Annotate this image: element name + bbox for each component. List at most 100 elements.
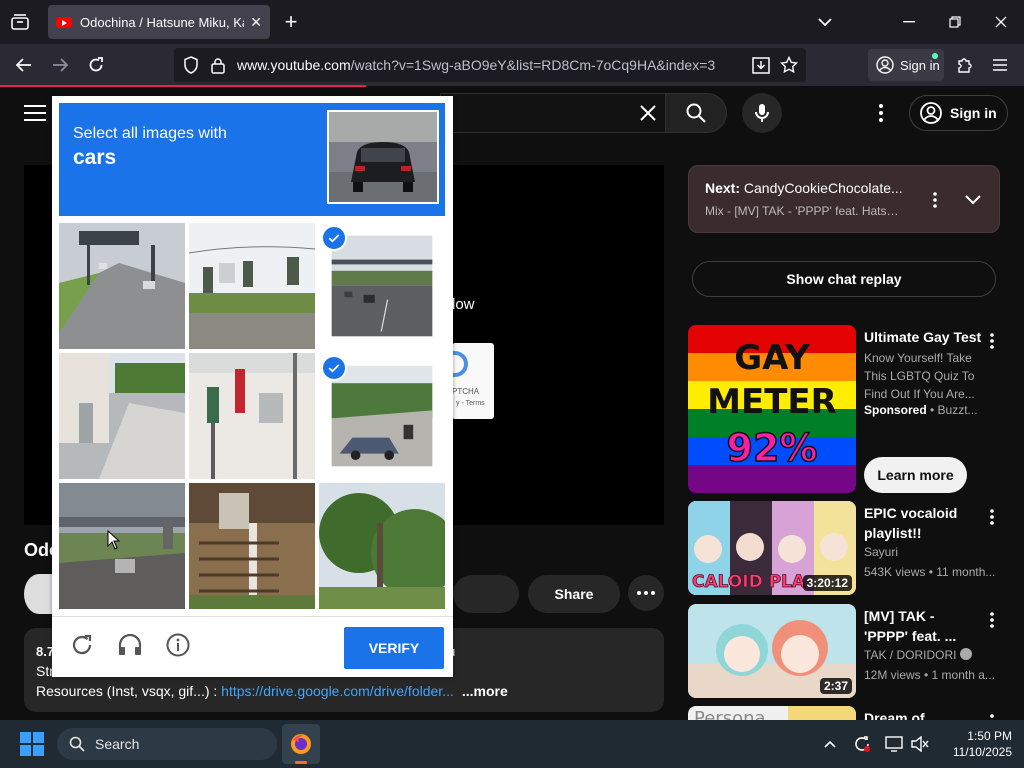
tab-list-icon[interactable] (6, 8, 34, 36)
dislike-pill[interactable] (453, 575, 519, 613)
video-thumbnail[interactable]: CALOID PLA 3:20:12 (688, 501, 856, 595)
show-chat-replay-button[interactable]: Show chat replay (692, 261, 996, 297)
tab-title: Odochina / Hatsune Miku, Kasane (80, 14, 244, 30)
ad-title[interactable]: Ultimate Gay Test (864, 327, 982, 347)
challenge-tile-1[interactable] (59, 223, 185, 349)
channel-label: TAK / DORIDORI (864, 648, 957, 662)
challenge-tile-7[interactable] (59, 483, 185, 609)
thumb-overlay-text: Persona (694, 708, 766, 720)
expand-chevron-icon[interactable] (961, 188, 985, 212)
guide-menu-icon[interactable] (24, 105, 46, 121)
channel-avatar[interactable] (24, 574, 54, 614)
windows-start-icon[interactable] (20, 732, 44, 756)
settings-kebab-icon[interactable] (870, 101, 892, 125)
resources-label: Resources (Inst, vsqx, gif...) : (36, 683, 222, 699)
voice-search-button[interactable] (742, 93, 782, 133)
show-hidden-icons-chevron-icon[interactable] (820, 734, 840, 754)
minimize-button[interactable] (886, 6, 932, 38)
taskbar-search-box[interactable]: Search (57, 728, 277, 760)
ad-kebab-icon[interactable] (982, 329, 1002, 353)
browser-nav-bar: www.youtube.com/watch?v=1Swg-aBO9eY&list… (0, 44, 1024, 86)
resources-link[interactable]: https://drive.google.com/drive/folder... (221, 683, 454, 699)
address-bar[interactable]: www.youtube.com/watch?v=1Swg-aBO9eY&list… (174, 48, 806, 82)
forward-arrow-icon[interactable] (46, 52, 74, 78)
description-resources-line: Resources (Inst, vsqx, gif...) : https:/… (36, 683, 508, 699)
video-title[interactable]: [MV] TAK - 'PPPP' feat. ... (864, 606, 982, 646)
recommended-video[interactable]: Persona Dream of (688, 706, 1008, 720)
show-more-link[interactable]: ...more (462, 683, 508, 699)
video-meta: 12M views • 1 month a... (864, 668, 995, 682)
video-kebab-icon[interactable] (982, 505, 1002, 529)
tab-close-icon[interactable]: ✕ (250, 14, 262, 31)
taskbar-search-icon (69, 736, 85, 752)
recaptcha-badge-terms[interactable]: y - Terms (456, 400, 485, 407)
extensions-puzzle-icon[interactable] (951, 52, 979, 78)
sync-alert-icon[interactable] (852, 734, 872, 754)
restore-button[interactable] (932, 6, 978, 38)
video-kebab-icon[interactable] (982, 710, 1002, 720)
verify-button[interactable]: VERIFY (344, 627, 444, 669)
up-next-title: Next: CandyCookieChocolate... (705, 180, 905, 196)
recaptcha-badge[interactable]: PTCHA y - Terms (452, 343, 494, 419)
display-icon[interactable] (884, 734, 904, 754)
more-horizontal-icon (637, 591, 655, 595)
channel-name[interactable]: Sayuri (864, 543, 998, 561)
ad-thumbnail[interactable]: GAY METER 92% (688, 325, 856, 493)
close-window-button[interactable] (978, 6, 1024, 38)
up-next-card[interactable]: Next: CandyCookieChocolate... Mix - [MV]… (688, 165, 1000, 233)
learn-more-button[interactable]: Learn more (864, 457, 967, 493)
challenge-tile-2[interactable] (189, 223, 315, 349)
video-kebab-icon[interactable] (982, 608, 1002, 632)
firefox-taskbar-icon[interactable] (282, 724, 320, 764)
reload-icon[interactable] (82, 52, 110, 78)
audio-challenge-headphones-icon[interactable] (114, 629, 146, 661)
challenge-header: Select all images with cars (59, 103, 445, 216)
ad-description: Know Yourself! Take This LGBTQ Quiz To F… (864, 351, 975, 401)
video-thumbnail[interactable]: Persona (688, 706, 856, 720)
search-button[interactable] (665, 93, 727, 133)
challenge-tile-8[interactable] (189, 483, 315, 609)
microphone-icon (755, 104, 769, 122)
challenge-tile-6[interactable] (319, 353, 445, 479)
up-next-kebab-icon[interactable] (925, 188, 945, 212)
clock-time: 1:50 PM (967, 729, 1012, 743)
challenge-tile-4[interactable] (59, 353, 185, 479)
video-title[interactable]: Dream of (864, 708, 982, 720)
up-next-video-title: CandyCookieChocolate... (743, 180, 903, 196)
system-clock[interactable]: 1:50 PM 11/10/2025 (934, 728, 1012, 760)
challenge-tile-5[interactable] (189, 353, 315, 479)
browser-tab-active[interactable]: Odochina / Hatsune Miku, Kasane ✕ (48, 5, 270, 39)
clock-date: 11/10/2025 (952, 745, 1012, 759)
more-actions-button[interactable] (628, 575, 664, 611)
save-to-pocket-icon[interactable] (747, 52, 775, 78)
ad-card[interactable]: GAY METER 92% Ultimate Gay Test Know You… (688, 325, 1008, 497)
mouse-cursor-icon (107, 530, 121, 550)
bookmark-star-icon[interactable] (775, 52, 803, 78)
clear-search-icon[interactable] (634, 99, 662, 127)
lock-icon[interactable] (204, 52, 232, 78)
challenge-tile-3[interactable] (319, 223, 445, 349)
account-icon (876, 56, 894, 74)
volume-muted-icon[interactable] (910, 734, 930, 754)
back-arrow-icon[interactable] (10, 52, 38, 78)
channel-name[interactable]: TAK / DORIDORI (864, 646, 998, 664)
notification-dot (932, 53, 938, 59)
video-title[interactable]: EPIC vocaloid playlist!! (864, 503, 982, 543)
recommended-video[interactable]: CALOID PLA 3:20:12 EPIC vocaloid playlis… (688, 501, 1008, 595)
video-thumbnail[interactable]: 2:37 (688, 604, 856, 698)
share-button[interactable]: Share (528, 575, 620, 613)
video-title: Odo (24, 540, 54, 560)
challenge-tile-9[interactable] (319, 483, 445, 609)
shield-icon[interactable] (177, 52, 205, 78)
youtube-signin-button[interactable]: Sign in (909, 95, 1008, 131)
reload-challenge-icon[interactable] (66, 629, 98, 661)
new-tab-button[interactable]: + (278, 8, 304, 36)
help-info-icon[interactable] (162, 629, 194, 661)
app-menu-icon[interactable] (986, 52, 1014, 78)
tab-overflow-chevron-icon[interactable] (812, 12, 838, 32)
firefox-account-signin-button[interactable]: Sign in (868, 49, 944, 81)
recommended-video[interactable]: 2:37 [MV] TAK - 'PPPP' feat. ... TAK / D… (688, 604, 1008, 698)
challenge-target: cars (73, 146, 117, 169)
up-next-label: Next: (705, 180, 741, 196)
url-text[interactable]: www.youtube.com/watch?v=1Swg-aBO9eY&list… (237, 57, 715, 73)
